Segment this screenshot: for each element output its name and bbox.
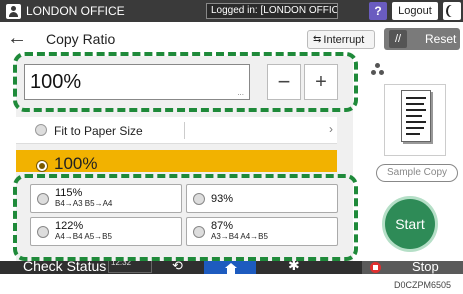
preset-percent: 115% xyxy=(55,187,83,199)
bottom-bar: Check Status 12:32 ⟲ ✱ Stop xyxy=(0,261,463,274)
fit-label: Fit to Paper Size xyxy=(54,124,143,138)
ratio-entry-area: 100% ... − + xyxy=(16,56,353,116)
fit-radio[interactable] xyxy=(35,124,47,136)
interrupt-label: Interrupt xyxy=(323,33,365,46)
screen-header: ← Copy Ratio ⇆ Interrupt // Reset xyxy=(0,24,463,54)
stop-icon xyxy=(370,262,381,273)
stop-label: Stop xyxy=(412,261,439,274)
increase-button[interactable]: + xyxy=(304,64,338,100)
logged-in-status: Logged in: [LONDON OFFICE] xyxy=(206,3,338,19)
document-preview-icon xyxy=(401,90,431,142)
figure-code: D0CZPM6505 xyxy=(394,280,452,290)
reset-button[interactable]: // Reset xyxy=(384,28,460,50)
preset-percent: 122% xyxy=(55,220,84,232)
preset-detail: A3→B4 A4→B5 xyxy=(211,232,268,241)
logout-button[interactable]: Logout xyxy=(392,2,438,20)
start-button[interactable]: Start xyxy=(385,199,435,249)
preset-115[interactable]: 115% B4→A3 B5→A4 xyxy=(30,184,182,213)
preset-87[interactable]: 87% A3→B4 A4→B5 xyxy=(186,217,338,246)
moon-icon[interactable] xyxy=(443,2,461,20)
preset-122[interactable]: 122% A4→B4 A5→B5 xyxy=(30,217,182,246)
preset-percent: 87% xyxy=(211,220,234,232)
preset-radio[interactable] xyxy=(37,193,49,205)
copy-ratio-screen: LONDON OFFICE Logged in: [LONDON OFFICE]… xyxy=(0,0,463,294)
interrupt-button[interactable]: ⇆ Interrupt xyxy=(307,30,375,49)
selected-ratio-value: 100% xyxy=(54,154,98,172)
decrease-button[interactable]: − xyxy=(267,64,301,100)
ratio-input[interactable]: 100% ... xyxy=(24,64,250,100)
sort-icon xyxy=(370,63,386,77)
reset-label: Reset xyxy=(425,32,457,46)
fit-to-paper-size-option[interactable]: Fit to Paper Size › xyxy=(16,117,337,144)
preset-radio[interactable] xyxy=(37,226,49,238)
preset-radio[interactable] xyxy=(193,226,205,238)
preset-detail: B4→A3 B5→A4 xyxy=(55,199,113,208)
back-arrow-icon[interactable]: ← xyxy=(6,28,28,50)
divider xyxy=(184,122,185,139)
top-status-bar: LONDON OFFICE Logged in: [LONDON OFFICE]… xyxy=(0,0,463,22)
stop-button[interactable]: Stop xyxy=(362,261,463,274)
clock: 12:32 xyxy=(108,261,152,273)
check-status-button[interactable]: Check Status xyxy=(23,261,106,274)
gear-icon[interactable]: ✱ xyxy=(288,261,300,274)
user-name: LONDON OFFICE xyxy=(26,4,125,18)
undo-icon[interactable]: ⟲ xyxy=(172,261,183,274)
selected-ratio-row[interactable]: 100% xyxy=(16,150,337,172)
home-icon[interactable] xyxy=(204,261,256,274)
preset-percent: 93% xyxy=(211,193,234,205)
preset-detail: A4→B4 A5→B5 xyxy=(55,232,112,241)
sample-copy-button[interactable]: Sample Copy xyxy=(376,164,458,182)
preset-93[interactable]: 93% xyxy=(186,184,338,213)
selected-radio[interactable] xyxy=(36,160,48,172)
reset-icon: // xyxy=(389,30,407,48)
user-indicator: LONDON OFFICE xyxy=(6,3,125,19)
page-title: Copy Ratio xyxy=(46,31,116,47)
help-button[interactable]: ? xyxy=(369,2,387,20)
user-icon xyxy=(6,3,21,19)
ratio-value: 100% xyxy=(30,71,82,93)
preset-radio[interactable] xyxy=(193,193,205,205)
chevron-right-icon: › xyxy=(329,122,333,136)
interrupt-icon: ⇆ xyxy=(313,34,322,45)
more-icon: ... xyxy=(237,88,244,97)
